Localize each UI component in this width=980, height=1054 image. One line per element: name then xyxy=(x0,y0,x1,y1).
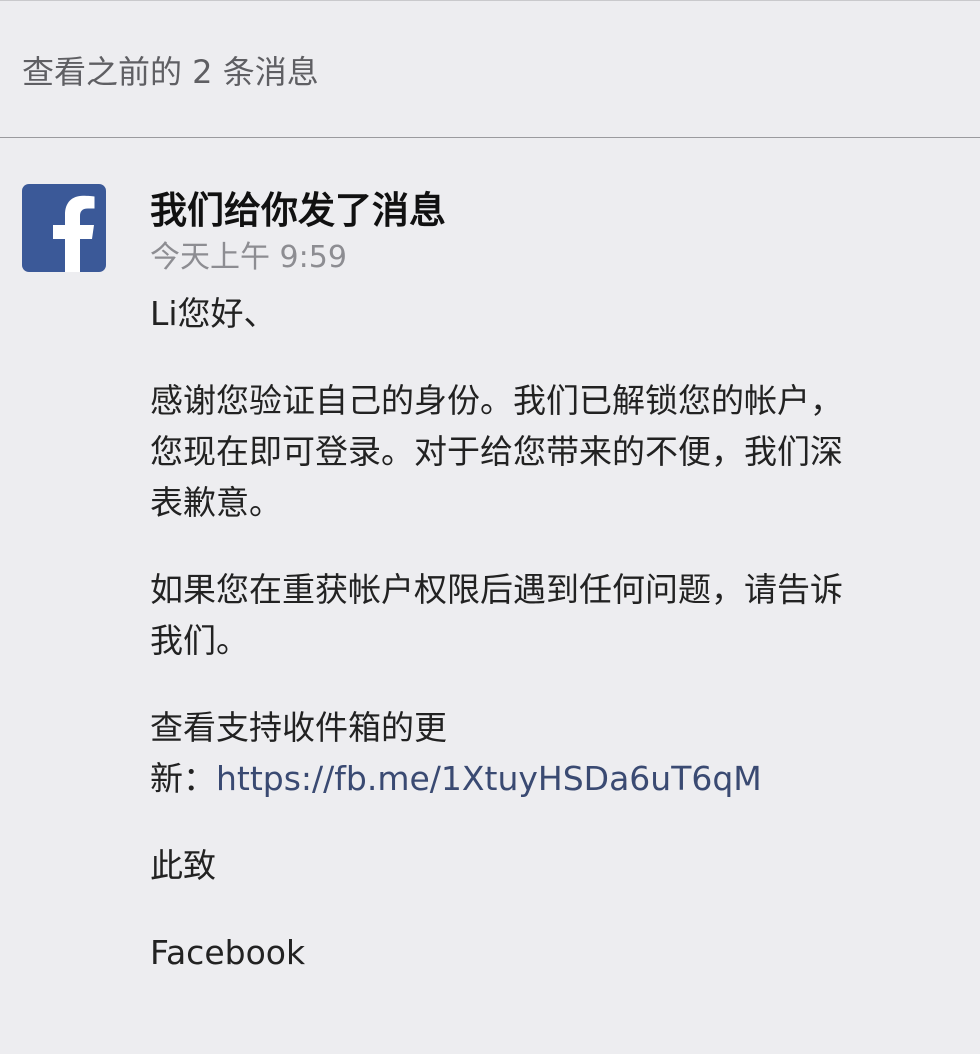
closing-paragraph: 此致 xyxy=(150,840,950,891)
message-content: 我们给你发了消息 今天上午 9:59 Li您好、 感谢您验证自己的身份。我们已解… xyxy=(150,186,950,1014)
help-line-2: 我们。 xyxy=(150,621,249,660)
unlock-line-2: 您现在即可登录。对于给您带来的不便，我们深 xyxy=(150,432,843,471)
message-body: Li您好、 感谢您验证自己的身份。我们已解锁您的帐户， 您现在即可登录。对于给您… xyxy=(150,288,950,978)
message-timestamp: 今天上午 9:59 xyxy=(150,240,347,275)
support-line-1: 查看支持收件箱的更 xyxy=(150,708,447,747)
support-line-prefix: 新： xyxy=(150,759,216,798)
support-paragraph: 查看支持收件箱的更 新：https://fb.me/1XtuyHSDa6uT6q… xyxy=(150,702,950,804)
unlock-paragraph: 感谢您验证自己的身份。我们已解锁您的帐户， 您现在即可登录。对于给您带来的不便，… xyxy=(150,375,950,528)
help-line-1: 如果您在重获帐户权限后遇到任何问题，请告诉 xyxy=(150,570,843,609)
facebook-logo-icon xyxy=(22,184,106,272)
unlock-line-3: 表歉意。 xyxy=(150,483,282,522)
closing-text: 此致 xyxy=(150,846,216,885)
greeting-text: Li您好、 xyxy=(150,294,277,333)
signature-paragraph: Facebook xyxy=(150,927,950,978)
help-paragraph: 如果您在重获帐户权限后遇到任何问题，请告诉 我们。 xyxy=(150,564,950,666)
message-title: 我们给你发了消息 xyxy=(150,189,446,232)
view-previous-messages-label[interactable]: 查看之前的 2 条消息 xyxy=(22,50,319,94)
unlock-line-1: 感谢您验证自己的身份。我们已解锁您的帐户， xyxy=(150,381,843,420)
view-previous-messages-bar[interactable]: 查看之前的 2 条消息 xyxy=(0,0,980,138)
support-inbox-link[interactable]: https://fb.me/1XtuyHSDa6uT6qM xyxy=(216,759,762,798)
greeting-paragraph: Li您好、 xyxy=(150,288,950,339)
signature-text: Facebook xyxy=(150,933,306,972)
